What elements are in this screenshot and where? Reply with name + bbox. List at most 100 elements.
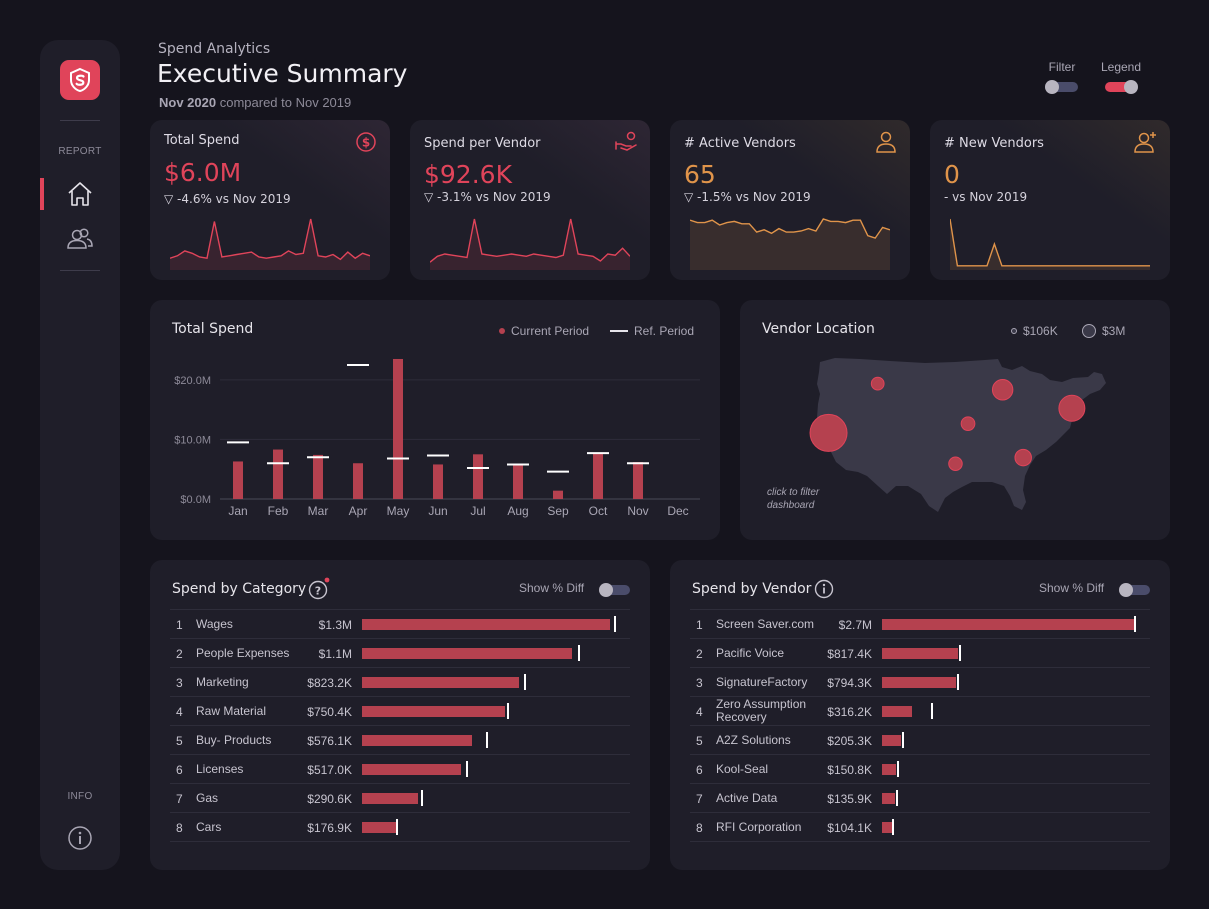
app-logo[interactable] [60, 60, 100, 100]
kpi-card-active-vendors[interactable]: # Active Vendors 65 ▽ -1.5% vs Nov 2019 [670, 120, 910, 280]
kpi-sparkline [170, 218, 370, 270]
active-indicator [40, 178, 44, 210]
table-row[interactable]: 1 Screen Saver.com $2.7M [690, 610, 1150, 639]
row-rank: 6 [696, 763, 703, 777]
row-name: Wages [196, 617, 233, 631]
table-row[interactable]: 2 Pacific Voice $817.4K [690, 639, 1150, 668]
table-row[interactable]: 6 Kool-Seal $150.8K [690, 755, 1150, 784]
x-tick-label: Mar [308, 504, 329, 518]
vendor-bubble[interactable] [960, 416, 976, 432]
row-ref-mark [1134, 616, 1136, 632]
table-row[interactable]: 5 A2Z Solutions $205.3K [690, 726, 1150, 755]
kpi-title: Spend per Vendor [424, 136, 541, 151]
vendor-bubble[interactable] [948, 456, 963, 471]
panel-title: Spend by Category [172, 581, 307, 597]
row-bar [362, 619, 611, 630]
row-bar [362, 822, 396, 833]
sidebar-divider [60, 270, 100, 271]
table-row[interactable]: 6 Licenses $517.0K [170, 755, 630, 784]
vendor-bubble[interactable] [870, 376, 885, 391]
table-row[interactable]: 3 Marketing $823.2K [170, 668, 630, 697]
row-name: Screen Saver.com [716, 617, 815, 631]
bar-current-mar[interactable] [313, 454, 323, 499]
table-row[interactable]: 7 Active Data $135.9K [690, 784, 1150, 813]
row-name: Active Data [716, 791, 778, 805]
kpi-value: 65 [684, 160, 716, 189]
user-icon [876, 131, 896, 153]
vendor-bubble[interactable] [1058, 394, 1086, 422]
y-tick-label: $10.0M [174, 434, 211, 446]
bar-current-may[interactable] [393, 358, 403, 499]
help-icon[interactable]: ? [308, 577, 332, 601]
table-row[interactable]: 4 Raw Material $750.4K [170, 697, 630, 726]
bar-current-apr[interactable] [353, 463, 363, 499]
row-name: Marketing [196, 675, 249, 689]
show-diff-toggle[interactable] [599, 583, 630, 597]
row-rank: 8 [696, 821, 703, 835]
info-icon [68, 826, 92, 850]
table-row[interactable]: 7 Gas $290.6K [170, 784, 630, 813]
row-bar [882, 793, 895, 804]
page-kicker: Spend Analytics [158, 41, 271, 57]
row-bar [362, 735, 472, 746]
kpi-card-spend-per-vendor[interactable]: Spend per Vendor $92.6K ▽ -3.1% vs Nov 2… [410, 120, 650, 280]
info-button[interactable] [65, 823, 95, 853]
x-tick-label: Jul [470, 504, 485, 518]
bar-current-aug[interactable] [513, 464, 523, 499]
bar-current-jun[interactable] [433, 464, 443, 499]
table-row[interactable]: 8 Cars $176.9K [170, 813, 630, 842]
kpi-sparkline [690, 218, 890, 270]
kpi-card-new-vendors[interactable]: # New Vendors 0 - vs Nov 2019 [930, 120, 1170, 280]
bar-current-feb[interactable] [273, 449, 283, 499]
show-diff-label: Show % Diff [519, 581, 585, 595]
vendor-bubble[interactable] [1014, 448, 1032, 467]
row-name: Kool-Seal [716, 762, 769, 776]
row-value: $290.6K [307, 792, 352, 806]
row-ref-mark [421, 790, 424, 806]
vendor-bubble[interactable] [809, 413, 848, 452]
info-icon[interactable] [814, 579, 834, 599]
bar-current-jan[interactable] [233, 461, 243, 499]
row-value: $1.1M [318, 647, 352, 661]
kpi-sparkline [430, 218, 630, 270]
table-row[interactable]: 2 People Expenses $1.1M [170, 639, 630, 668]
show-diff-toggle[interactable] [1119, 583, 1150, 597]
legend-toggle[interactable] [1105, 80, 1138, 94]
table-row[interactable]: 4 Zero Assumption Recovery $316.2K [690, 697, 1150, 726]
legend-label: Legend [1100, 60, 1142, 74]
row-value: $104.1K [827, 821, 872, 835]
row-ref-mark [896, 761, 899, 777]
total-spend-chart[interactable]: $0.0M $10.0M $20.0M Jan Feb Mar Apr May Jun Jul Au… [150, 300, 720, 540]
bar-current-oct[interactable] [593, 453, 603, 499]
nav-home[interactable] [65, 179, 95, 209]
comparison-text: compared to Nov 2019 [219, 95, 352, 110]
filter-label: Filter [1048, 60, 1076, 74]
table-row[interactable]: 3 SignatureFactory $794.3K [690, 668, 1150, 697]
kpi-value: $92.6K [424, 160, 512, 189]
filter-toggle[interactable] [1045, 80, 1078, 94]
row-rank: 4 [696, 705, 703, 719]
row-value: $517.0K [307, 763, 352, 777]
kpi-card-total-spend[interactable]: Total Spend $ $6.0M ▽ -4.6% vs Nov 2019 [150, 120, 390, 280]
users-icon [67, 228, 93, 249]
table-row[interactable]: 5 Buy- Products $576.1K [170, 726, 630, 755]
report-caption: REPORT [58, 146, 102, 157]
spend-by-vendor-panel: Spend by Vendor Show % Diff 1 Screen Save… [670, 560, 1170, 870]
bar-current-sep[interactable] [553, 490, 563, 499]
row-ref-mark [956, 674, 959, 690]
bar-current-jul[interactable] [473, 454, 483, 499]
table-row[interactable]: 8 RFI Corporation $104.1K [690, 813, 1150, 842]
x-tick-label: Feb [268, 504, 289, 518]
nav-vendors[interactable] [65, 224, 95, 254]
sparkline-area [690, 219, 890, 270]
page-title: Executive Summary [157, 59, 408, 88]
vendor-bubble[interactable] [991, 379, 1014, 401]
row-value: $794.3K [827, 676, 872, 690]
row-value: $817.4K [827, 647, 872, 661]
legend-toggle-group: Legend [1100, 60, 1142, 94]
bar-current-nov[interactable] [633, 462, 643, 499]
vendor-table: 1 Screen Saver.com $2.7M 2 Pacific Voice $817… [690, 609, 1150, 842]
table-row[interactable]: 1 Wages $1.3M [170, 610, 630, 639]
kpi-value: $6.0M [164, 158, 242, 187]
row-rank: 8 [176, 821, 183, 835]
